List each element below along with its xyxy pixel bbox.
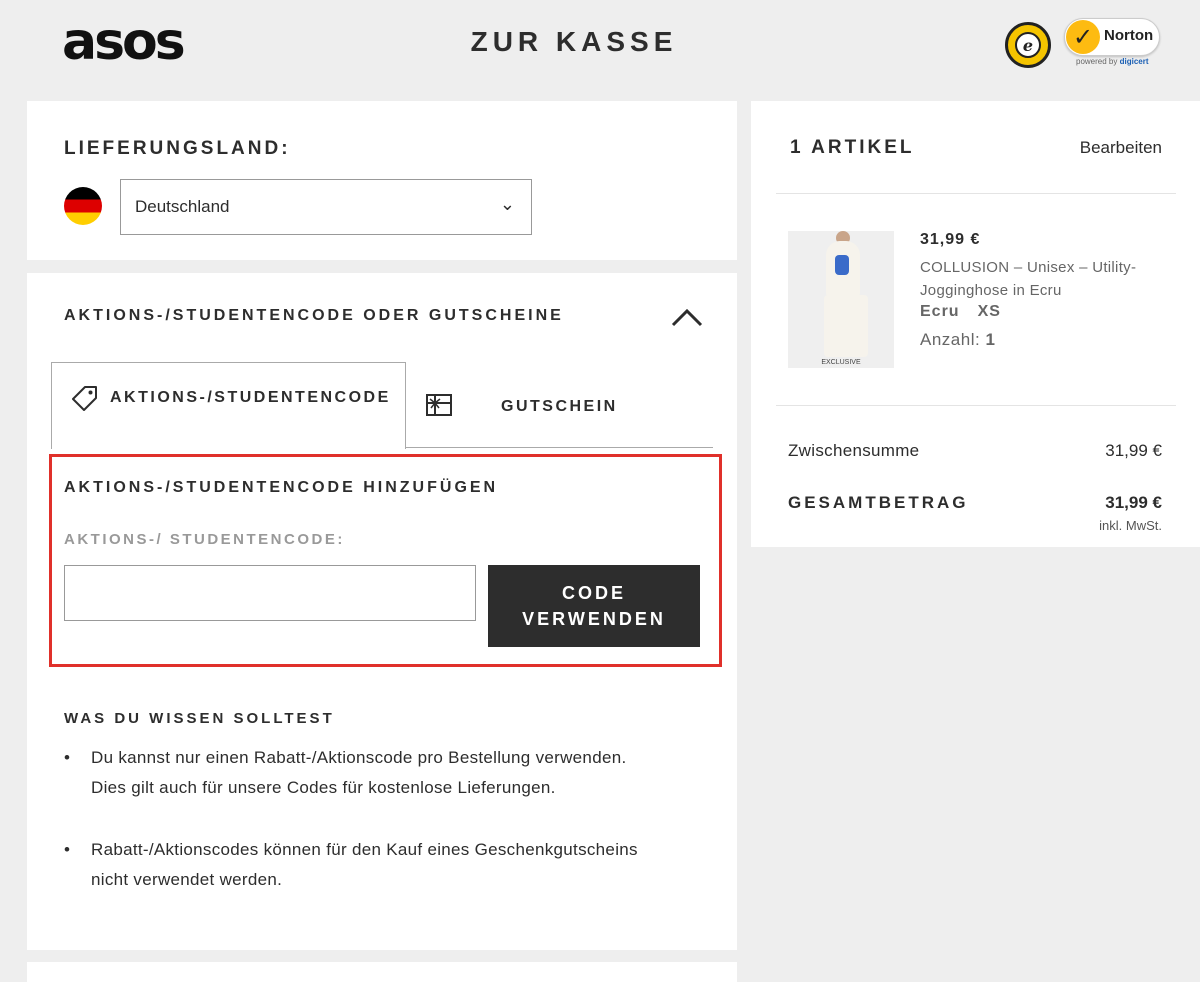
promo-code-field-label: AKTIONS-/ STUDENTENCODE: [64, 531, 345, 548]
tab-divider [405, 447, 713, 448]
country-select-value: Deutschland [135, 197, 230, 216]
tab-promo-code-label: AKTIONS-/STUDENTENCODE [110, 389, 391, 406]
norton-powered-by: powered by digicert [1076, 57, 1149, 66]
info-bullet: • Du kannst nur einen Rabatt-/Aktionscod… [64, 748, 627, 797]
tab-gift-voucher-label: GUTSCHEIN [501, 398, 618, 415]
total-label: GESAMTBETRAG [788, 493, 969, 512]
tab-gift-voucher[interactable]: GUTSCHEIN [406, 370, 713, 446]
promo-code-input[interactable] [64, 565, 476, 621]
tab-promo-code[interactable]: AKTIONS-/STUDENTENCODE [51, 362, 406, 449]
chevron-up-icon[interactable] [670, 303, 704, 331]
total-value: 31,99 € [1105, 493, 1162, 512]
promo-section-title[interactable]: AKTIONS-/STUDENTENCODE ODER GUTSCHEINE [64, 307, 564, 325]
edit-link[interactable]: Bearbeiten [1080, 138, 1162, 158]
divider [776, 405, 1176, 406]
subtotal-value: 31,99 € [1105, 441, 1162, 460]
product-size: XS [977, 303, 1001, 320]
info-bullet: • Rabatt-/Aktionscodes können für den Ka… [64, 840, 638, 889]
info-title: WAS DU WISSEN SOLLTEST [64, 710, 335, 727]
germany-flag-icon [64, 187, 102, 225]
apply-code-button[interactable]: CODE VERWENDEN [488, 565, 700, 647]
country-select[interactable]: Deutschland ⌄ [120, 179, 532, 235]
product-color: Ecru [920, 303, 960, 320]
product-attributes: Ecru XS [920, 303, 1001, 321]
divider [776, 193, 1176, 194]
norton-icon: ✓ Norton powered by digicert [1064, 18, 1162, 68]
product-price: 31,99 € [920, 231, 981, 248]
trusted-shops-icon: e [1005, 22, 1051, 68]
page-header: asos ZUR KASSE e ✓ Norton powered by dig… [0, 0, 1200, 100]
product-image[interactable]: EXCLUSIVE [788, 231, 894, 368]
item-count-label: 1 ARTIKEL [790, 137, 915, 158]
norton-label: Norton [1104, 27, 1154, 44]
tag-icon [72, 386, 97, 411]
exclusive-tag: EXCLUSIVE [821, 359, 861, 366]
gift-card-icon [426, 394, 452, 416]
delivery-country-label: LIEFERUNGSLAND: [64, 138, 291, 159]
product-quantity: Anzahl: 1 [920, 330, 996, 349]
subtotal-label: Zwischensumme [788, 441, 920, 460]
page-title: ZUR KASSE [470, 26, 678, 57]
next-section-card [27, 962, 737, 982]
chevron-down-icon: ⌄ [499, 194, 515, 214]
add-promo-code-title: AKTIONS-/STUDENTENCODE HINZUFÜGEN [64, 479, 499, 496]
product-name[interactable]: COLLUSION – Unisex – Utility-Jogginghose… [920, 256, 1170, 302]
vat-note: inkl. MwSt. [1099, 518, 1162, 533]
